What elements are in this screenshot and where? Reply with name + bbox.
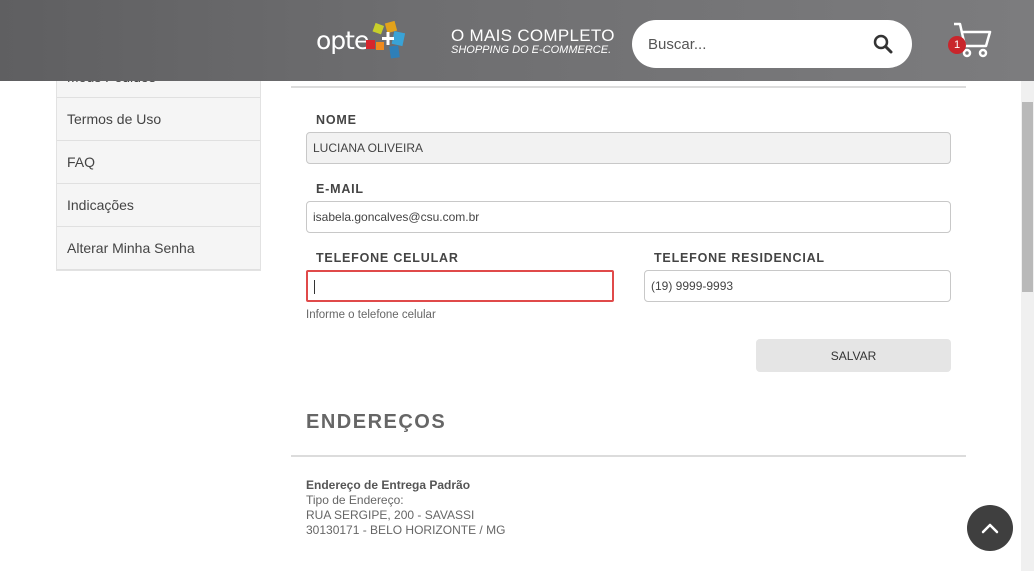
scrollbar-thumb[interactable] bbox=[1022, 102, 1033, 292]
nome-field[interactable]: LUCIANA OLIVEIRA bbox=[306, 132, 951, 164]
address-city: 30130171 - BELO HORIZONTE / MG bbox=[306, 523, 506, 537]
tagline-line-2: SHOPPING DO E-COMMERCE. bbox=[451, 44, 612, 56]
tagline-line-1: O MAIS COMPLETO bbox=[451, 26, 615, 45]
address-heading: Endereço de Entrega Padrão bbox=[306, 478, 471, 492]
celular-label: TELEFONE CELULAR bbox=[316, 251, 459, 265]
divider bbox=[291, 455, 966, 457]
cart-count-badge: 1 bbox=[948, 36, 966, 54]
site-tagline: O MAIS COMPLETO SHOPPING DO E-COMMERCE. bbox=[451, 27, 615, 56]
sidebar-item-indicacoes[interactable]: Indicações bbox=[57, 184, 260, 227]
addresses-title: ENDEREÇOS bbox=[306, 411, 447, 433]
opte-plus-logo-icon bbox=[366, 20, 406, 59]
search-input[interactable] bbox=[648, 32, 868, 56]
site-logo[interactable]: opte bbox=[316, 20, 416, 64]
address-type: Tipo de Endereço: bbox=[306, 493, 404, 507]
back-to-top-button[interactable] bbox=[967, 505, 1013, 551]
text-caret bbox=[314, 280, 315, 294]
cart-button[interactable]: 1 bbox=[948, 20, 992, 60]
nome-label: NOME bbox=[316, 113, 357, 127]
page: Meus Pedidos Termos de Uso FAQ Indicaçõe… bbox=[0, 0, 1034, 571]
celular-field[interactable] bbox=[306, 270, 614, 302]
search-box bbox=[632, 20, 912, 68]
divider bbox=[291, 86, 966, 88]
email-label: E-MAIL bbox=[316, 182, 364, 196]
email-field[interactable]: isabela.goncalves@csu.com.br bbox=[306, 201, 951, 233]
sidebar-item-termos-de-uso[interactable]: Termos de Uso bbox=[57, 98, 260, 141]
account-sidebar: Meus Pedidos Termos de Uso FAQ Indicaçõe… bbox=[56, 56, 261, 271]
save-button[interactable]: SALVAR bbox=[756, 339, 951, 372]
sidebar-item-alterar-senha[interactable]: Alterar Minha Senha bbox=[57, 227, 260, 270]
chevron-up-icon bbox=[981, 523, 999, 534]
default-address: Endereço de Entrega Padrão Tipo de Ender… bbox=[306, 478, 505, 538]
sidebar-item-faq[interactable]: FAQ bbox=[57, 141, 260, 184]
residencial-field[interactable]: (19) 9999-9993 bbox=[644, 270, 951, 302]
residencial-label: TELEFONE RESIDENCIAL bbox=[654, 251, 825, 265]
address-street: RUA SERGIPE, 200 - SAVASSI bbox=[306, 508, 475, 522]
search-icon[interactable] bbox=[873, 34, 893, 54]
celular-helper-text: Informe o telefone celular bbox=[306, 309, 436, 321]
site-header: opte O MAIS COMPLETO SHOPPING DO E-COMME… bbox=[0, 0, 1034, 81]
